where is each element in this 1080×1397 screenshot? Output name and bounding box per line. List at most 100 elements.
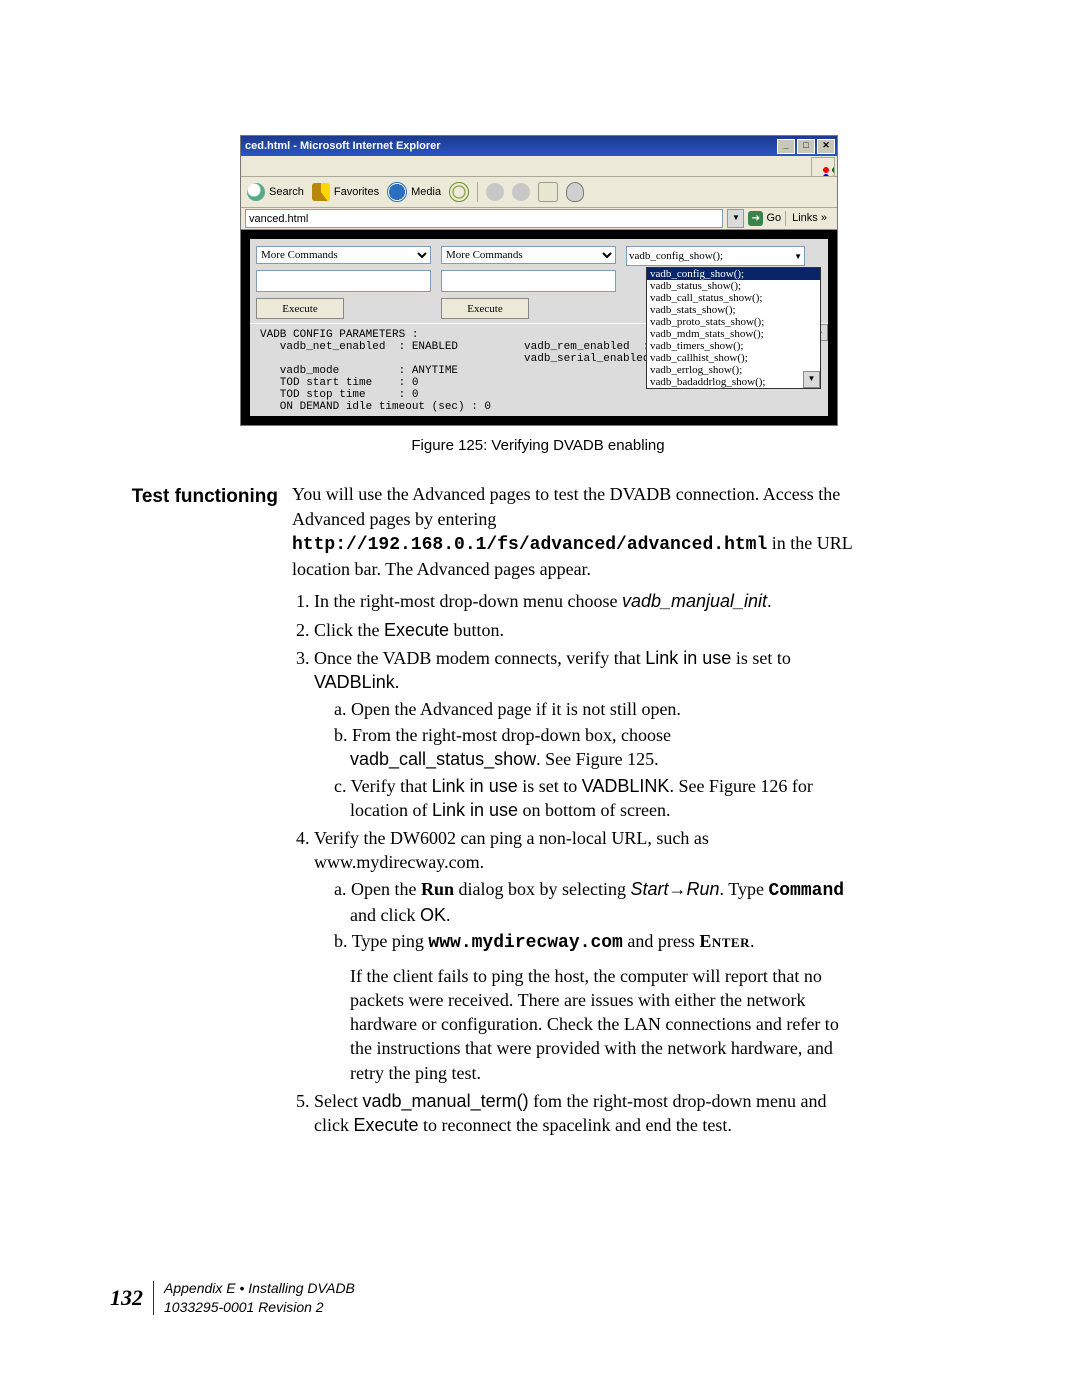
ie-address-bar: ▼ ➔ Go Links » [241, 208, 837, 230]
s4a-mid1: dialog box by selecting [454, 879, 630, 899]
dropdown-item[interactable]: vadb_config_show(); [647, 268, 820, 280]
output-text: VADB CONFIG PARAMETERS : vadb_net_enable… [260, 329, 702, 413]
command-select-2[interactable]: More Commands [441, 246, 616, 264]
step1-post: . [767, 591, 772, 611]
dropdown-item[interactable]: vadb_callhist_show(); [647, 352, 820, 364]
close-icon[interactable]: ✕ [817, 139, 835, 154]
dropdown-item[interactable]: vadb_status_show(); [647, 280, 820, 292]
chevron-down-icon: ▼ [794, 252, 802, 261]
messenger-button[interactable] [566, 182, 584, 202]
command-select-3[interactable]: vadb_config_show(); ▼ [626, 246, 805, 266]
step3c-pre: Verify that [351, 776, 432, 796]
step3b-pre: From the right-most drop-down box, choos… [352, 725, 671, 745]
step2-post: button. [449, 620, 504, 640]
media-button[interactable]: Media [387, 182, 441, 202]
mail-icon [486, 183, 504, 201]
footer-divider [153, 1281, 154, 1315]
command-input-2[interactable] [441, 270, 616, 292]
minimize-icon[interactable]: _ [777, 139, 795, 154]
step-1: In the right-most drop-down menu choose … [314, 589, 865, 613]
dropdown-item[interactable]: vadb_mdm_stats_show(); [647, 328, 820, 340]
step3-liu: Link in use [645, 648, 731, 668]
step-3: Once the VADB modem connects, verify tha… [314, 646, 865, 822]
s4a-pre: Open the [351, 879, 421, 899]
step3-post: . [395, 672, 400, 692]
history-button[interactable] [449, 182, 469, 202]
ie-content: More Commands Execute More Commands Exec… [241, 230, 837, 425]
page-footer: 132 Appendix E • Installing DVADB 103329… [110, 1279, 355, 1317]
go-button[interactable]: ➔ Go [748, 211, 781, 226]
step-5: Select vadb_manual_term() fom the right-… [314, 1089, 865, 1138]
links-button[interactable]: Links » [785, 211, 833, 226]
dropdown-item[interactable]: vadb_proto_stats_show(); [647, 316, 820, 328]
go-arrow-icon: ➔ [748, 211, 763, 226]
dropdown-item[interactable]: vadb_stats_show(); [647, 304, 820, 316]
intro-text-1: You will use the Advanced pages to test … [292, 484, 840, 528]
document-page: ced.html - Microsoft Internet Explorer _… [0, 0, 1080, 1397]
step3b-cmd: vadb_call_status_show [350, 749, 536, 769]
star-icon [312, 183, 330, 201]
step3-pre: Once the VADB modem connects, verify tha… [314, 648, 645, 668]
s4a-ok: OK [420, 905, 446, 925]
step3b: b. From the right-most drop-down box, ch… [334, 723, 865, 772]
mail-button[interactable] [486, 183, 504, 201]
step3c-post2: on bottom of screen. [518, 800, 670, 820]
intro-paragraph: You will use the Advanced pages to test … [292, 482, 865, 581]
command-col-2: More Commands Execute [441, 246, 616, 319]
dropdown-item[interactable]: vadb_errlog_show(); [647, 364, 820, 376]
address-input[interactable] [245, 209, 723, 228]
history-icon [449, 182, 469, 202]
print-button[interactable] [512, 183, 530, 201]
s4a-post: . [446, 905, 451, 925]
step4-sub: a. Open the Run dialog box by selecting … [314, 877, 865, 1085]
step3c-val: VADBLINK [582, 776, 670, 796]
dropdown-item[interactable]: vadb_timers_show(); [647, 340, 820, 352]
step3c: c. Verify that Link in use is set to VAD… [334, 774, 865, 823]
dropdown-scroll-down-icon[interactable]: ▼ [803, 371, 820, 388]
ie-toolbar: Search Favorites Media [241, 177, 837, 208]
window-controls: _ □ ✕ [777, 139, 835, 154]
step-2: Click the Execute button. [314, 618, 865, 642]
step3a: a. Open the Advanced page if it is not s… [334, 697, 865, 721]
dropdown-item[interactable]: vadb_call_status_show(); [647, 292, 820, 304]
command-dropdown-open[interactable]: vadb_config_show();vadb_status_show();va… [646, 267, 821, 389]
step3-val: VADBLink [314, 672, 395, 692]
step2-btn: Execute [384, 620, 449, 640]
media-label: Media [411, 185, 441, 200]
step1-text: In the right-most drop-down menu choose [314, 591, 622, 611]
command-col-1: More Commands Execute [256, 246, 431, 319]
ie-throbber-icon [811, 157, 835, 177]
edit-button[interactable] [538, 182, 558, 202]
dropdown-item[interactable]: vadb_badaddrlog_show(); [647, 376, 820, 388]
s4a-mid2: . Type [720, 879, 769, 899]
s4a-runit: Run [687, 879, 720, 899]
figure-caption: Figure 125: Verifying DVADB enabling [240, 436, 836, 456]
advanced-panel: More Commands Execute More Commands Exec… [249, 238, 829, 417]
s5-exe: Execute [353, 1115, 418, 1135]
toolbar-separator [477, 182, 478, 202]
maximize-icon[interactable]: □ [797, 139, 815, 154]
step4-line: Verify the DW6002 can ping a non-local U… [314, 828, 709, 872]
step3c-liu2: Link in use [432, 800, 518, 820]
section-heading: Test functioning [110, 482, 278, 1141]
command-input-1[interactable] [256, 270, 431, 292]
footer-appendix: Appendix E • Installing DVADB [164, 1279, 355, 1298]
favorites-button[interactable]: Favorites [312, 183, 379, 201]
search-label: Search [269, 185, 304, 200]
s5-cmd: vadb_manual_term() [362, 1091, 528, 1111]
execute-button-1[interactable]: Execute [256, 298, 344, 319]
command-select-3-value: vadb_config_show(); [629, 250, 723, 262]
address-dropdown-icon[interactable]: ▼ [727, 209, 744, 228]
search-icon [247, 183, 265, 201]
search-button[interactable]: Search [247, 183, 304, 201]
execute-button-2[interactable]: Execute [441, 298, 529, 319]
step3a-text: Open the Advanced page if it is not stil… [351, 699, 681, 719]
person-icon [566, 182, 584, 202]
go-label: Go [766, 211, 781, 226]
arrow-right-icon: → [669, 879, 687, 899]
step3b-post: . See Figure 125. [536, 749, 658, 769]
step4b-para: If the client fails to ping the host, th… [350, 964, 865, 1085]
step3c-mid: is set to [518, 776, 582, 796]
command-select-1[interactable]: More Commands [256, 246, 431, 264]
s4a-cmd: Command [768, 881, 844, 901]
